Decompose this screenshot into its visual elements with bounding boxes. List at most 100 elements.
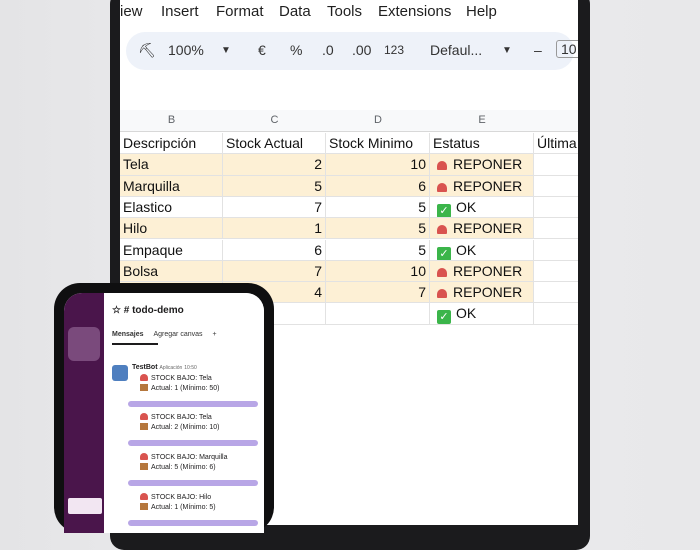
tab-add[interactable]: + (212, 331, 216, 338)
sidebar-footer[interactable] (68, 498, 102, 514)
cell-min[interactable] (326, 303, 430, 324)
col-header-c[interactable]: C (223, 114, 326, 126)
zoom-select[interactable]: 100% (168, 42, 204, 58)
cell-ultima[interactable] (534, 218, 578, 238)
font-size-input[interactable]: 10 (556, 40, 578, 58)
cell-status[interactable]: REPONER (430, 218, 534, 239)
menu-extensions[interactable]: Extensions (378, 3, 451, 20)
more-formats-button[interactable]: 123 (384, 43, 404, 57)
menu-tools[interactable]: Tools (327, 3, 362, 20)
cell-desc[interactable]: Empaque (120, 239, 223, 260)
slack-sidebar (64, 293, 104, 533)
message-detail: Actual: 1 (Mínimo: 50) (151, 385, 220, 392)
cell-actual[interactable]: 7 (223, 196, 326, 218)
decrease-decimal-button[interactable]: .0 (322, 42, 334, 58)
cell-status[interactable]: REPONER (430, 260, 534, 282)
cell-status[interactable]: REPONER (430, 154, 534, 175)
bot-name[interactable]: TestBot (132, 364, 158, 371)
table-row: Bolsa 7 10 REPONER (120, 260, 578, 283)
header-estatus[interactable]: Estatus (430, 133, 534, 154)
cell-actual[interactable]: 5 (223, 175, 326, 196)
cell-status[interactable]: REPONER (430, 175, 534, 196)
message-attachment-bar[interactable] (128, 480, 258, 486)
tab-messages[interactable]: Mensajes (112, 331, 144, 338)
cell-status[interactable]: REPONER (430, 282, 534, 303)
cell-text: 7 (314, 198, 322, 215)
menu-insert[interactable]: Insert (161, 3, 199, 20)
menu-help[interactable]: Help (466, 3, 497, 20)
cell-ultima[interactable] (534, 197, 578, 217)
cell-actual[interactable]: 6 (223, 239, 326, 260)
star-icon[interactable]: ☆ (112, 305, 124, 316)
header-description[interactable]: Descripción (120, 133, 223, 154)
cell-text: 10 (410, 156, 426, 173)
message-attachment-bar[interactable] (128, 520, 258, 526)
cell-actual[interactable]: 2 (223, 154, 326, 175)
bot-avatar[interactable] (112, 365, 128, 381)
cell-actual[interactable]: 1 (223, 218, 326, 239)
cell-desc[interactable]: Hilo (120, 218, 223, 239)
cell-ultima[interactable] (534, 303, 578, 323)
cell-ultima[interactable] (534, 176, 578, 196)
cell-desc[interactable]: Tela (120, 154, 223, 175)
header-stock-actual[interactable]: Stock Actual (223, 133, 326, 154)
cell-text: Hilo (123, 220, 148, 237)
cell-ultima[interactable] (534, 240, 578, 260)
menu-data[interactable]: Data (279, 3, 311, 20)
currency-button[interactable]: € (258, 42, 266, 58)
slack-message[interactable]: STOCK BAJO: Tela Actual: 2 (Mínimo: 10) (140, 413, 219, 433)
workspace-selected[interactable] (68, 327, 100, 361)
col-header-b[interactable]: B (120, 114, 223, 126)
bot-time: 10:50 (184, 365, 197, 371)
header-ultima[interactable]: Última (534, 133, 578, 153)
cell-min[interactable]: 5 (326, 218, 430, 239)
percent-button[interactable]: % (290, 42, 302, 58)
cell-desc[interactable]: Marquilla (120, 175, 223, 196)
cell-text: 10 (410, 262, 426, 279)
col-header-d[interactable]: D (326, 114, 430, 126)
cell-min[interactable]: 10 (326, 260, 430, 282)
slack-message[interactable]: STOCK BAJO: Tela Actual: 1 (Mínimo: 50) (140, 374, 219, 394)
cell-desc[interactable]: Bolsa (120, 260, 223, 282)
cell-min[interactable]: 7 (326, 282, 430, 303)
decrease-font-button[interactable]: – (534, 42, 542, 58)
cell-min[interactable]: 6 (326, 175, 430, 196)
cell-ultima[interactable] (534, 154, 578, 174)
message-detail: Actual: 5 (Mínimo: 6) (151, 464, 216, 471)
column-headers: B C D E (120, 110, 578, 132)
cell-ultima[interactable] (534, 282, 578, 302)
increase-decimal-button[interactable]: .00 (352, 42, 371, 58)
chevron-down-icon[interactable]: ▼ (221, 45, 231, 56)
cell-text: 1 (314, 220, 322, 237)
message-attachment-bar[interactable] (128, 401, 258, 407)
cell-actual[interactable]: 7 (223, 260, 326, 282)
cell-status[interactable]: ✓ OK (430, 196, 534, 218)
menu-view[interactable]: iew (120, 3, 143, 20)
alarm-icon (437, 267, 447, 277)
chevron-down-icon[interactable]: ▼ (502, 45, 512, 56)
menu-format[interactable]: Format (216, 3, 264, 20)
message-attachment-bar[interactable] (128, 440, 258, 446)
cell-status[interactable]: ✓ OK (430, 303, 534, 324)
font-select[interactable]: Defaul... (430, 42, 482, 58)
tab-canvas[interactable]: Agregar canvas (153, 331, 202, 338)
header-stock-minimo[interactable]: Stock Minimo (326, 133, 430, 154)
cell-min[interactable]: 10 (326, 154, 430, 175)
check-icon: ✓ (437, 203, 451, 218)
cell-text: 5 (418, 241, 426, 258)
cell-status[interactable]: ✓ OK (430, 239, 534, 260)
bot-tag: Aplicación (159, 365, 183, 371)
col-header-e[interactable]: E (430, 114, 534, 126)
cell-text: 2 (314, 156, 322, 173)
cell-min[interactable]: 5 (326, 196, 430, 218)
slack-message[interactable]: STOCK BAJO: Marquilla Actual: 5 (Mínimo: … (140, 453, 228, 473)
paint-format-icon[interactable]: ⛏ (138, 42, 156, 59)
package-icon (140, 503, 148, 510)
cell-text: 5 (418, 198, 426, 215)
cell-text: 4 (314, 284, 322, 301)
cell-ultima[interactable] (534, 261, 578, 281)
cell-desc[interactable]: Elastico (120, 196, 223, 218)
slack-message[interactable]: STOCK BAJO: Hilo Actual: 1 (Mínimo: 5) (140, 493, 216, 513)
cell-min[interactable]: 5 (326, 239, 430, 260)
channel-title[interactable]: ☆ # todo-demo (112, 305, 184, 316)
